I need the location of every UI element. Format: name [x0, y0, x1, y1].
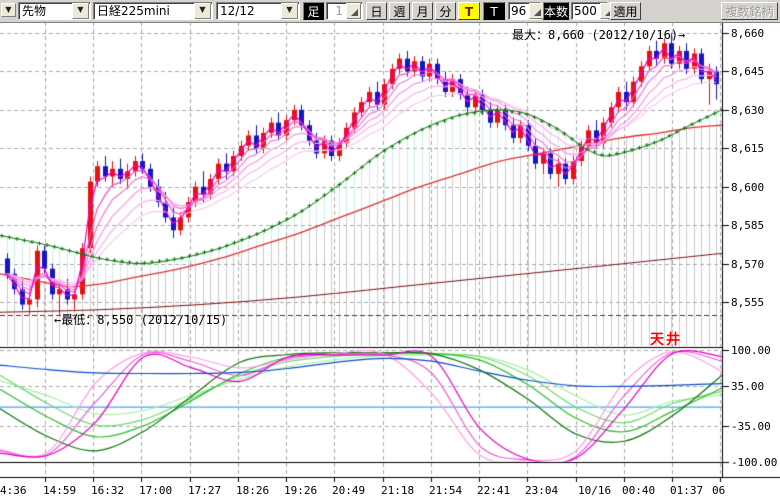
week-button[interactable]: 週 [389, 2, 410, 20]
time-axis-label: 19:26 [284, 484, 317, 497]
price-axis-label: 8,600 [731, 181, 764, 194]
bars-count-button[interactable]: 本数 [543, 2, 569, 20]
bars-value: 96 [509, 3, 528, 19]
contract-select-value: 12/12 [217, 3, 280, 19]
interval-value: 1 [327, 3, 345, 19]
time-axis-label: 17:27 [188, 484, 221, 497]
time-axis-label: 14:59 [43, 484, 76, 497]
osc-axis-label: -35.00 [731, 420, 771, 433]
price-axis-label: 8,570 [731, 258, 764, 271]
time-axis-label: 17:00 [139, 484, 172, 497]
leftmost-dropdown-button[interactable]: ▼ [1, 3, 16, 17]
min-price-annotation: ←最低：8,550 (2012/10/15) [54, 311, 227, 328]
minute-button[interactable]: 分 [435, 2, 456, 20]
trading-chart-app: ▼ 先物 ▼ 日経225mini ▼ 12/12 ▼ 足 1 日 週 月 分 T… [0, 0, 780, 500]
count-stepper[interactable]: 500 [571, 2, 608, 20]
time-axis-label: 21:54 [429, 484, 462, 497]
price-axis-label: 8,615 [731, 142, 764, 155]
apply-button[interactable]: 適用 [610, 2, 641, 20]
time-axis-label: 21:18 [381, 484, 414, 497]
contract-select[interactable]: 12/12 ▼ [216, 2, 300, 20]
ceiling-signal-label: 天井 [650, 329, 682, 349]
interval-stepper[interactable]: 1 [326, 2, 363, 20]
time-axis-label: 22:41 [477, 484, 510, 497]
price-axis-label: 8,555 [731, 296, 764, 309]
bars-stepper[interactable]: 96 [508, 2, 541, 20]
chevron-down-icon[interactable]: ▼ [281, 3, 298, 19]
tick-button-active[interactable]: T [458, 2, 480, 20]
chevron-down-icon[interactable]: ▼ [194, 3, 211, 19]
price-axis-label: 8,660 [731, 27, 764, 40]
price-axis-label: 8,645 [731, 65, 764, 78]
multi-symbol-button[interactable]: 複数銘柄 [721, 2, 778, 20]
time-axis-label: 23:04 [525, 484, 558, 497]
market-select[interactable]: 先物 ▼ [18, 2, 91, 20]
time-axis-label: 01:37 [670, 484, 703, 497]
max-price-annotation: 最大：8,660 (2012/10/16)→ [512, 26, 685, 43]
osc-axis-label: -100.00 [731, 456, 777, 469]
count-value: 500 [572, 3, 599, 19]
time-axis-label: 10/16 [578, 484, 611, 497]
price-axis-label: 8,585 [731, 219, 764, 232]
osc-axis-label: 35.00 [731, 380, 764, 393]
ashi-button[interactable]: 足 [303, 2, 324, 20]
symbol-select[interactable]: 日経225mini ▼ [93, 2, 213, 20]
month-button[interactable]: 月 [412, 2, 433, 20]
tick-button[interactable]: T [483, 2, 505, 20]
osc-axis-label: 100.00 [731, 344, 771, 357]
time-axis-label: 00:40 [622, 484, 655, 497]
time-axis-label: 06 [712, 484, 725, 497]
time-axis-label: 20:49 [332, 484, 365, 497]
price-axis-label: 8,630 [731, 104, 764, 117]
day-button[interactable]: 日 [366, 2, 387, 20]
time-axis-label: 4:36 [0, 484, 27, 497]
chart-canvas[interactable] [0, 0, 780, 500]
chevron-down-icon[interactable]: ▼ [72, 3, 89, 19]
spinner-icon[interactable] [346, 3, 361, 19]
market-select-value: 先物 [19, 3, 71, 19]
time-axis-label: 18:26 [236, 484, 269, 497]
symbol-select-value: 日経225mini [94, 3, 193, 19]
toolbar: ▼ 先物 ▼ 日経225mini ▼ 12/12 ▼ 足 1 日 週 月 分 T… [0, 0, 780, 23]
time-axis-label: 16:32 [91, 484, 124, 497]
